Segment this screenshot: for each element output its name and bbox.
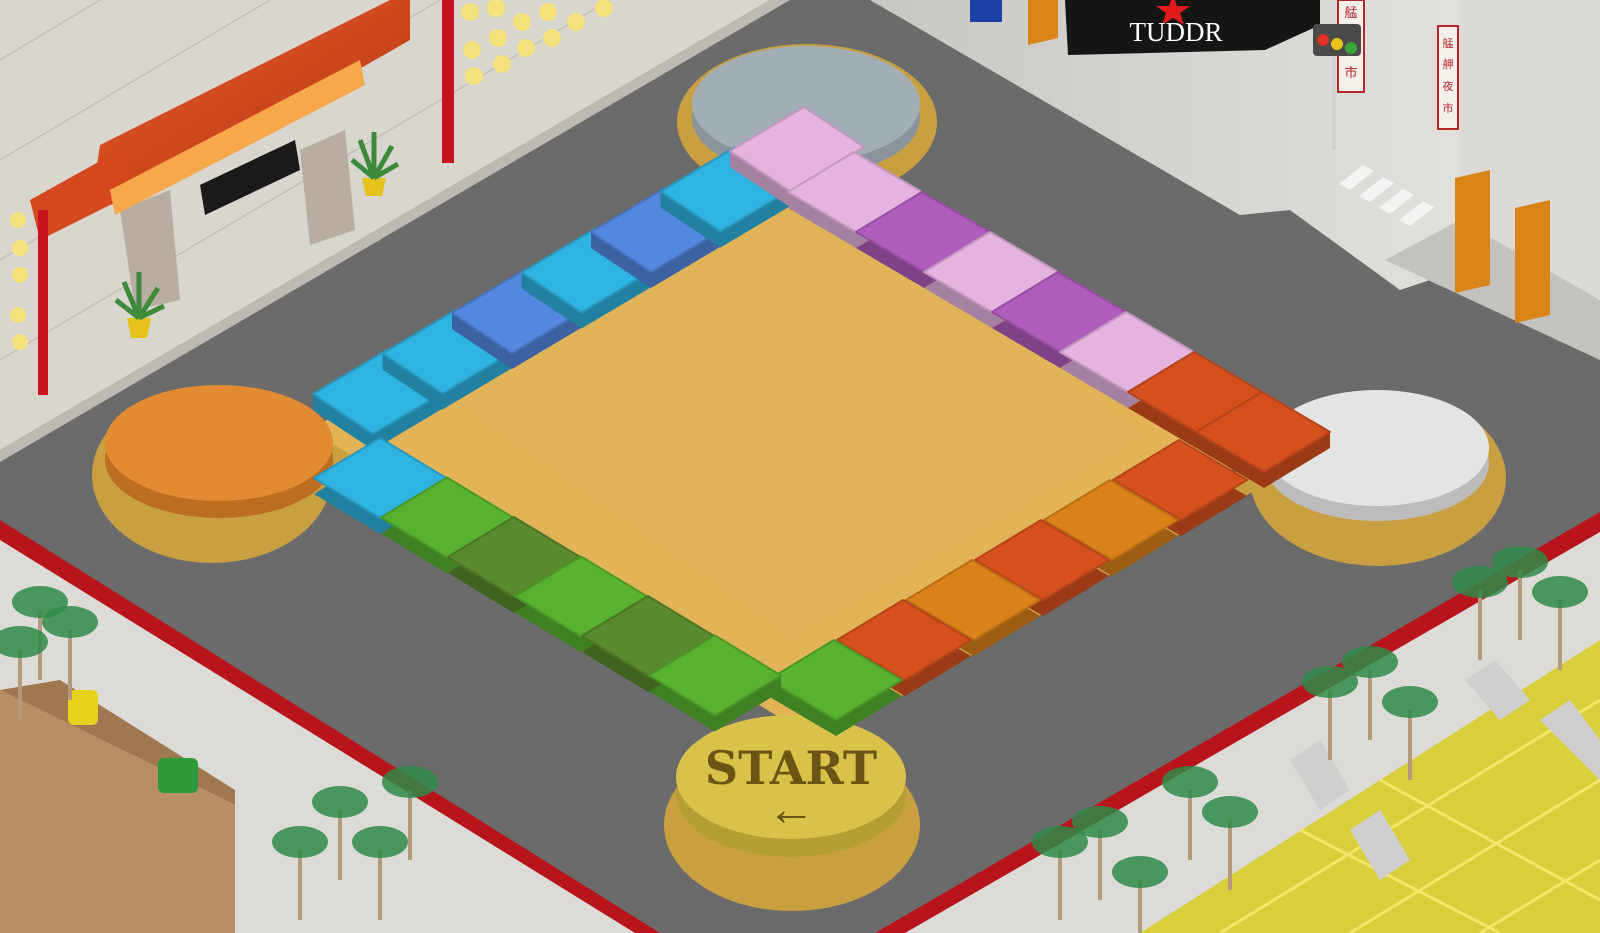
orange-pillar-top [1028,0,1058,45]
game-scene: TUDDR 艋 舺 市 艋 舺 夜 市 [0,0,1600,933]
corner-space-left[interactable] [105,385,333,518]
vertical-sign-right-char-1: 艋 [1443,36,1454,50]
vertical-sign-right-char-3: 夜 [1443,79,1454,93]
board-scene-svg: TUDDR 艋 舺 市 艋 舺 夜 市 [0,0,1600,933]
orange-pillar-right-2 [1515,200,1550,323]
store-sign-label: TUDDR [1130,17,1223,47]
yellow-bollard [68,690,98,725]
vertical-sign-left-char-1: 艋 [1344,6,1357,21]
green-bollard [158,758,198,793]
vertical-sign-right-char-4: 市 [1443,101,1454,115]
vertical-sign-right-char-2: 舺 [1443,58,1454,71]
start-space[interactable]: START ← [676,715,906,857]
orange-pillar-right-1 [1455,170,1490,293]
start-arrow-icon: ← [767,783,815,836]
blue-panel [970,0,1002,22]
vertical-sign-left-char-3: 市 [1344,65,1357,81]
